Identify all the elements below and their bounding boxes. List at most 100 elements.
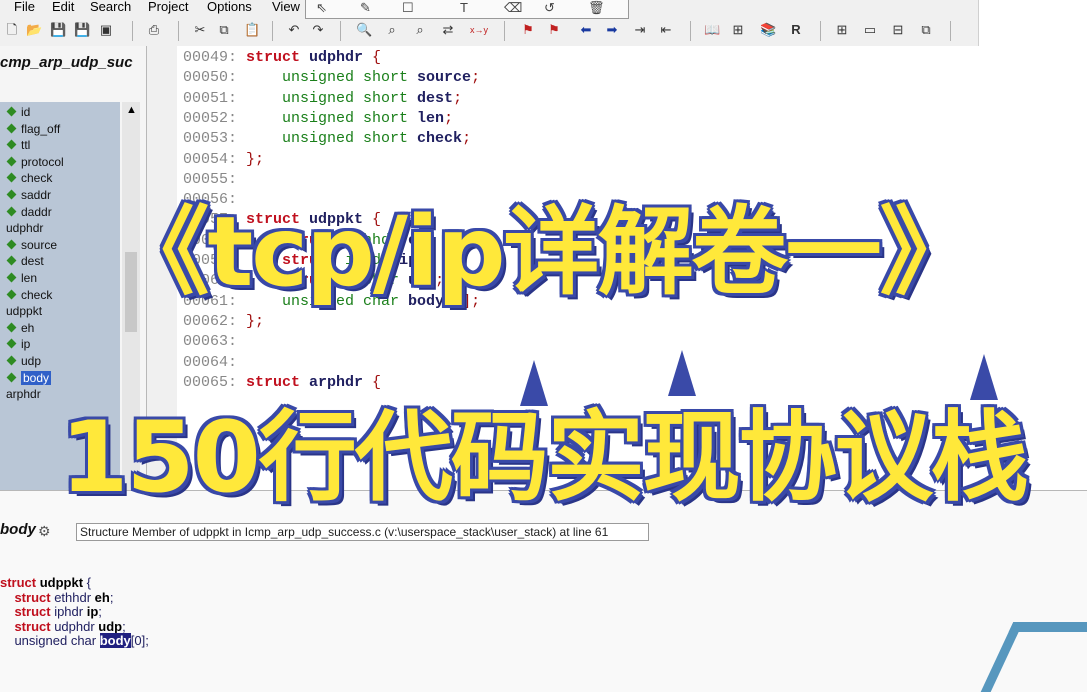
code-token: check	[417, 130, 463, 148]
code-token: {	[372, 373, 382, 391]
symbol-icon[interactable]: ⊞	[730, 22, 746, 38]
open-folder-icon[interactable]: 📂	[26, 22, 42, 38]
replace-icon[interactable]: ⇄	[440, 22, 456, 38]
tree-item-eh[interactable]: eh	[6, 320, 35, 336]
file-title: cmp_arp_udp_suc	[0, 54, 133, 71]
menu-edit[interactable]: Edit	[52, 0, 74, 14]
browse-icon[interactable]: 📚	[760, 22, 776, 38]
code-token: arphdr	[309, 373, 373, 391]
find-icon[interactable]: 🔍	[356, 22, 372, 38]
jump-back-icon[interactable]: ⇤	[658, 22, 674, 38]
code-token: ;	[462, 130, 472, 148]
tree-item-protocol[interactable]: protocol	[6, 154, 64, 170]
annotation-toolbar: ⇖ ✎ ☐ T ⌫ ↺ 🗑	[305, 0, 629, 19]
paste-icon[interactable]: 📋	[244, 22, 260, 38]
context-line: unsigned char body[0];	[0, 633, 149, 648]
line-number: 00064:	[183, 353, 247, 371]
lookup-icon[interactable]: 📖	[704, 22, 720, 38]
line-number: 00053:	[183, 130, 247, 148]
code-token: ;	[444, 109, 454, 127]
new-file-icon[interactable]: 🗋	[4, 22, 20, 38]
context-token: struct	[0, 604, 55, 619]
title-spike	[970, 354, 998, 400]
menu-project[interactable]: Project	[148, 0, 188, 14]
toolbar-separator	[504, 21, 505, 41]
context-line: struct udphdr udp;	[0, 619, 125, 634]
tree-item-ip[interactable]: ip	[6, 336, 30, 352]
tree-item-check[interactable]: check	[6, 170, 52, 186]
toolbar-separator	[272, 21, 273, 41]
member-diamond-icon	[6, 139, 17, 150]
save-icon[interactable]: 💾	[50, 22, 66, 38]
toolbar-separator	[132, 21, 133, 41]
member-diamond-icon	[6, 355, 17, 366]
code-line[interactable]: 00054: };	[183, 150, 264, 170]
layout1-icon[interactable]: ⊞	[834, 22, 850, 38]
tree-item-flag_off[interactable]: flag_off	[6, 121, 60, 137]
layout4-icon[interactable]: ⧉	[918, 22, 934, 38]
tree-item-ttl[interactable]: ttl	[6, 137, 30, 153]
code-token: unsigned short	[246, 89, 418, 107]
refresh-icon[interactable]: R	[788, 22, 804, 38]
code-line[interactable]: 00052: unsigned short len;	[183, 109, 453, 129]
code-line[interactable]: 00053: unsigned short check;	[183, 129, 471, 149]
toolbar-separator	[178, 21, 179, 41]
bookmark-next-icon[interactable]: ⚑	[546, 22, 562, 38]
code-token: unsigned short	[246, 109, 418, 127]
member-icon: ⚙	[38, 523, 51, 539]
code-line[interactable]: 00065: struct arphdr {	[183, 373, 381, 393]
tree-item-id[interactable]: id	[6, 104, 30, 120]
code-line[interactable]: 00049: struct udphdr {	[183, 48, 381, 68]
cursor-icon[interactable]: ⇖	[316, 0, 327, 16]
find-next-icon[interactable]: ⌕	[384, 22, 400, 38]
tree-item-body[interactable]: body	[6, 370, 52, 386]
jump-icon[interactable]: ⇥	[632, 22, 648, 38]
trash-icon[interactable]: 🗑	[588, 0, 605, 16]
rectangle-icon[interactable]: ☐	[402, 0, 414, 16]
layout3-icon[interactable]: ⊟	[890, 22, 906, 38]
undo-draw-icon[interactable]: ↺	[544, 0, 555, 16]
code-line[interactable]: 00062: };	[183, 312, 264, 332]
cut-icon[interactable]: ✂	[192, 22, 208, 38]
code-line[interactable]: 00055:	[183, 170, 246, 190]
context-token: {	[86, 575, 92, 590]
tree-item-label: udp	[21, 354, 42, 368]
print-icon[interactable]: ⎙	[146, 22, 162, 38]
copy-icon[interactable]: ⧉	[216, 22, 232, 38]
tree-item-udp[interactable]: udp	[6, 353, 42, 369]
code-token: len	[417, 109, 445, 127]
chevron-up-icon[interactable]: ▲	[126, 104, 137, 116]
bookmark-icon[interactable]: ⚑	[520, 22, 536, 38]
line-number: 00063:	[183, 333, 247, 351]
back-icon[interactable]: ⬅	[578, 22, 594, 38]
redo-icon[interactable]: ↷	[310, 22, 326, 38]
find-prev-icon[interactable]: ⌕	[412, 22, 428, 38]
menu-search[interactable]: Search	[90, 0, 131, 14]
context-token: ip	[86, 604, 99, 619]
save-all-icon[interactable]: 💾	[74, 22, 90, 38]
line-number: 00049:	[183, 49, 247, 66]
code-line[interactable]: 00050: unsigned short source;	[183, 68, 480, 88]
layout2-icon[interactable]: ▭	[862, 22, 878, 38]
context-pane: body ⚙ Structure Member of udppkt in Icm…	[0, 490, 1087, 692]
menu-options[interactable]: Options	[207, 0, 252, 14]
code-line[interactable]: 00063:	[183, 332, 246, 352]
text-icon[interactable]: T	[460, 0, 468, 15]
menu-view[interactable]: View	[272, 0, 300, 14]
undo-icon[interactable]: ↶	[286, 22, 302, 38]
code-line[interactable]: 00064:	[183, 353, 246, 373]
xy-icon[interactable]: x→y	[470, 22, 488, 38]
menu-file[interactable]: File	[14, 0, 35, 14]
code-line[interactable]: 00051: unsigned short dest;	[183, 89, 462, 109]
tree-item-label: eh	[21, 320, 35, 335]
code-token: struct	[246, 49, 310, 66]
close-file-icon[interactable]: ▣	[98, 22, 114, 38]
forward-icon[interactable]: ➡	[604, 22, 620, 38]
pen-icon[interactable]: ✎	[360, 0, 371, 16]
context-token: iphdr	[54, 604, 87, 619]
code-token: struct	[246, 373, 310, 391]
member-diamond-icon	[6, 338, 17, 349]
member-diamond-icon	[6, 123, 17, 134]
eraser-icon[interactable]: ⌫	[504, 0, 522, 16]
toolbar-separator	[340, 21, 341, 41]
